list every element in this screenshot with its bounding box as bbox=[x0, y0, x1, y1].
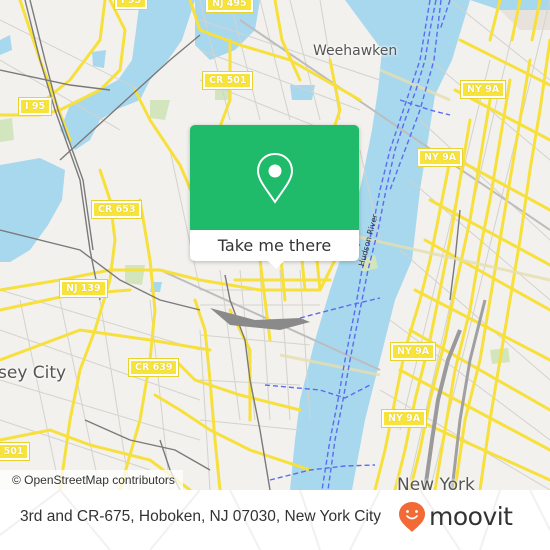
popup-header bbox=[190, 125, 359, 230]
popup-pointer bbox=[268, 261, 284, 269]
map-attribution[interactable]: © OpenStreetMap contributors bbox=[0, 470, 183, 490]
road-shield-ny9a-1: NY 9A bbox=[459, 80, 507, 99]
place-label-weehawken: Weehawken bbox=[313, 43, 398, 59]
road-shield-nj495: NJ 495 bbox=[205, 0, 254, 13]
road-shield-nj139: NJ 139 bbox=[59, 279, 108, 298]
place-label-new-york: New York bbox=[397, 475, 475, 490]
road-shield-cr653: CR 653 bbox=[90, 200, 143, 219]
location-pin-icon bbox=[256, 152, 293, 204]
map[interactable]: Weehawken sey City New York Hudson River… bbox=[0, 0, 550, 490]
hackensack-river bbox=[60, 0, 195, 150]
location-popup: Take me there bbox=[190, 125, 359, 269]
address-text: 3rd and CR-675, Hoboken, NJ 07030, New Y… bbox=[20, 508, 382, 525]
moovit-logo[interactable]: moovit bbox=[398, 500, 513, 534]
road-shield-cr501: CR 501 bbox=[201, 71, 254, 90]
hoboken-terminal bbox=[210, 308, 310, 330]
road-shield-ny9a-4: NY 9A bbox=[380, 409, 428, 428]
road-shield-i95: I 95 bbox=[17, 97, 53, 116]
place-label-jersey-city: sey City bbox=[0, 363, 67, 383]
road-shield-cr501-lower: CR 501 bbox=[0, 442, 31, 461]
footer: 3rd and CR-675, Hoboken, NJ 07030, New Y… bbox=[0, 490, 550, 550]
moovit-pin-icon bbox=[399, 502, 425, 532]
road-shield-ny9a-3: NY 9A bbox=[389, 342, 437, 361]
take-me-there-button[interactable]: Take me there bbox=[190, 230, 359, 261]
road-shield-i95-top: I 95 bbox=[113, 0, 149, 10]
moovit-wordmark: moovit bbox=[429, 502, 513, 531]
road-shield-ny9a-2: NY 9A bbox=[416, 148, 464, 167]
road-shield-cr639: CR 639 bbox=[127, 358, 180, 377]
